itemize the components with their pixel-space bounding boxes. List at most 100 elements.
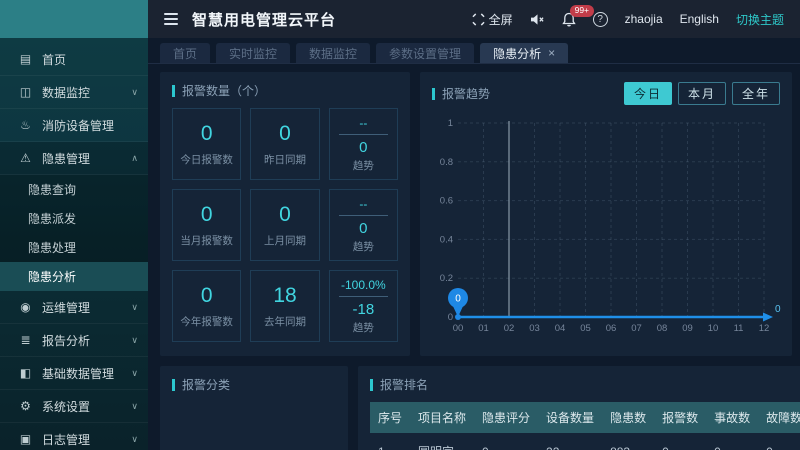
trend-percent: -100.0% [341, 278, 386, 292]
table-cell: 0 [654, 433, 706, 450]
sidebar-subitem-label: 隐患派发 [28, 210, 76, 227]
table-cell: 883 [602, 433, 654, 450]
sidebar-item-data-monitor[interactable]: ◫数据监控∨ [0, 76, 148, 109]
base-data-icon: ◧ [18, 366, 33, 380]
trend-range-button-2[interactable]: 本月 [678, 82, 726, 105]
card-value: 0 [201, 203, 213, 227]
sidebar-item-operations[interactable]: ◉运维管理∨ [0, 291, 148, 324]
card-label: 去年同期 [264, 314, 306, 329]
svg-text:01: 01 [478, 323, 489, 334]
alarm-category-panel: 报警分类 [160, 366, 348, 450]
trend-range-button-1[interactable]: 今日 [624, 82, 672, 105]
sidebar-item-label: 数据监控 [42, 84, 131, 101]
sidebar-subitem-hazard-dispatch[interactable]: 隐患派发 [0, 204, 148, 233]
language-switch[interactable]: English [680, 12, 719, 26]
alarm-ranking-title: 报警排名 [370, 376, 800, 393]
fullscreen-icon [472, 13, 485, 26]
trend-delta: 0 [359, 220, 367, 237]
alarm-trend-title: 报警趋势 [432, 85, 490, 102]
card-label: 趋势 [353, 239, 374, 254]
trend-divider [339, 215, 387, 216]
chevron-up-icon: ∧ [131, 153, 138, 164]
alarm-ranking-table: 序号项目名称隐患评分设备数量隐患数报警数事故数故障数 1圆明宫022883000 [370, 402, 800, 450]
log-management-icon: ▣ [18, 432, 33, 446]
sidebar-item-system-settings[interactable]: ⚙系统设置∨ [0, 390, 148, 423]
column-header: 故障数 [758, 402, 800, 433]
sidebar-item-label: 运维管理 [42, 299, 131, 316]
sidebar-item-report-analysis[interactable]: ≣报告分析∨ [0, 324, 148, 357]
tab-close-icon[interactable]: × [548, 46, 555, 60]
alarm-trend-panel: 报警趋势 今日本月全年 00.20.40.60.8100010203040506… [420, 72, 792, 356]
card-value: 0 [279, 122, 291, 146]
sidebar-subitem-hazard-analysis[interactable]: 隐患分析 [0, 262, 148, 291]
stat-card: 0上月同期 [250, 189, 319, 261]
sidebar-item-label: 隐患管理 [42, 150, 131, 167]
sidebar-item-label: 首页 [42, 51, 138, 68]
sidebar-subitem-label: 隐患分析 [28, 268, 76, 285]
collapse-sidebar-icon[interactable] [164, 13, 178, 25]
table-row: 1圆明宫022883000 [370, 433, 800, 450]
logo-block [0, 0, 148, 38]
sidebar-item-hazard-management[interactable]: ⚠隐患管理∧ [0, 142, 148, 175]
card-value: 0 [279, 203, 291, 227]
fullscreen-label: 全屏 [489, 11, 513, 28]
trend-range-button-3[interactable]: 全年 [732, 82, 780, 105]
notifications-button[interactable]: 99+ [562, 12, 576, 27]
tab-2[interactable]: 实时监控 [216, 43, 290, 63]
svg-text:0: 0 [455, 294, 461, 305]
notification-badge: 99+ [570, 5, 594, 17]
card-label: 今日报警数 [180, 152, 233, 167]
tab-label: 数据监控 [309, 45, 357, 62]
svg-text:0: 0 [775, 304, 781, 315]
sidebar-item-label: 消防设备管理 [42, 117, 138, 134]
table-cell: 1 [370, 433, 410, 450]
trend-delta: -18 [352, 301, 374, 318]
alarm-ranking-panel: 报警排名 序号项目名称隐患评分设备数量隐患数报警数事故数故障数 1圆明宫0228… [358, 366, 800, 450]
sidebar-item-home[interactable]: ▤首页 [0, 43, 148, 76]
sidebar-item-fire-equipment[interactable]: ♨消防设备管理 [0, 109, 148, 142]
theme-toggle[interactable]: 切换主题 [736, 11, 784, 28]
trend-card: --0趋势 [329, 189, 398, 261]
table-cell: 22 [538, 433, 602, 450]
svg-text:0.2: 0.2 [440, 273, 453, 284]
sidebar-subitem-hazard-handle[interactable]: 隐患处理 [0, 233, 148, 262]
svg-text:0.6: 0.6 [440, 196, 453, 207]
trend-card: --0趋势 [329, 108, 398, 180]
tab-4[interactable]: 参数设置管理 [376, 43, 474, 63]
sidebar-item-label: 基础数据管理 [42, 365, 131, 382]
stat-card: 0当月报警数 [172, 189, 241, 261]
mute-icon [530, 13, 545, 26]
trend-divider [339, 134, 387, 135]
table-cell: 0 [706, 433, 758, 450]
stat-card: 18 去年同期 [250, 270, 319, 342]
tab-5[interactable]: 隐患分析 × [480, 43, 568, 63]
column-header: 隐患评分 [474, 402, 538, 433]
tab-label: 隐患分析 [493, 45, 541, 62]
report-analysis-icon: ≣ [18, 333, 33, 347]
trend-divider [339, 296, 387, 297]
svg-text:05: 05 [580, 323, 591, 334]
svg-text:11: 11 [734, 323, 744, 334]
svg-text:0.4: 0.4 [440, 234, 453, 245]
card-label: 趋势 [353, 158, 374, 173]
card-value: 18 [273, 284, 296, 308]
operations-icon: ◉ [18, 300, 33, 314]
svg-text:00: 00 [453, 323, 464, 334]
sidebar-item-log-management[interactable]: ▣日志管理∨ [0, 423, 148, 450]
sidebar-item-label: 系统设置 [42, 398, 131, 415]
sidebar-item-base-data[interactable]: ◧基础数据管理∨ [0, 357, 148, 390]
avatar-placeholder-icon: ? [593, 12, 608, 27]
table-cell: 圆明宫 [410, 433, 474, 450]
top-header: 智慧用电管理云平台 全屏 99+ ? zhaojia [0, 0, 800, 38]
user-avatar[interactable]: ? [593, 12, 608, 27]
tab-3[interactable]: 数据监控 [296, 43, 370, 63]
svg-text:0: 0 [448, 312, 453, 323]
mute-button[interactable] [530, 13, 545, 26]
fullscreen-button[interactable]: 全屏 [472, 11, 513, 28]
sidebar-subitem-hazard-query[interactable]: 隐患查询 [0, 175, 148, 204]
svg-text:07: 07 [631, 323, 642, 334]
tab-1[interactable]: 首页 [160, 43, 210, 63]
card-value: 0 [201, 122, 213, 146]
username[interactable]: zhaojia [625, 12, 663, 26]
column-header: 序号 [370, 402, 410, 433]
